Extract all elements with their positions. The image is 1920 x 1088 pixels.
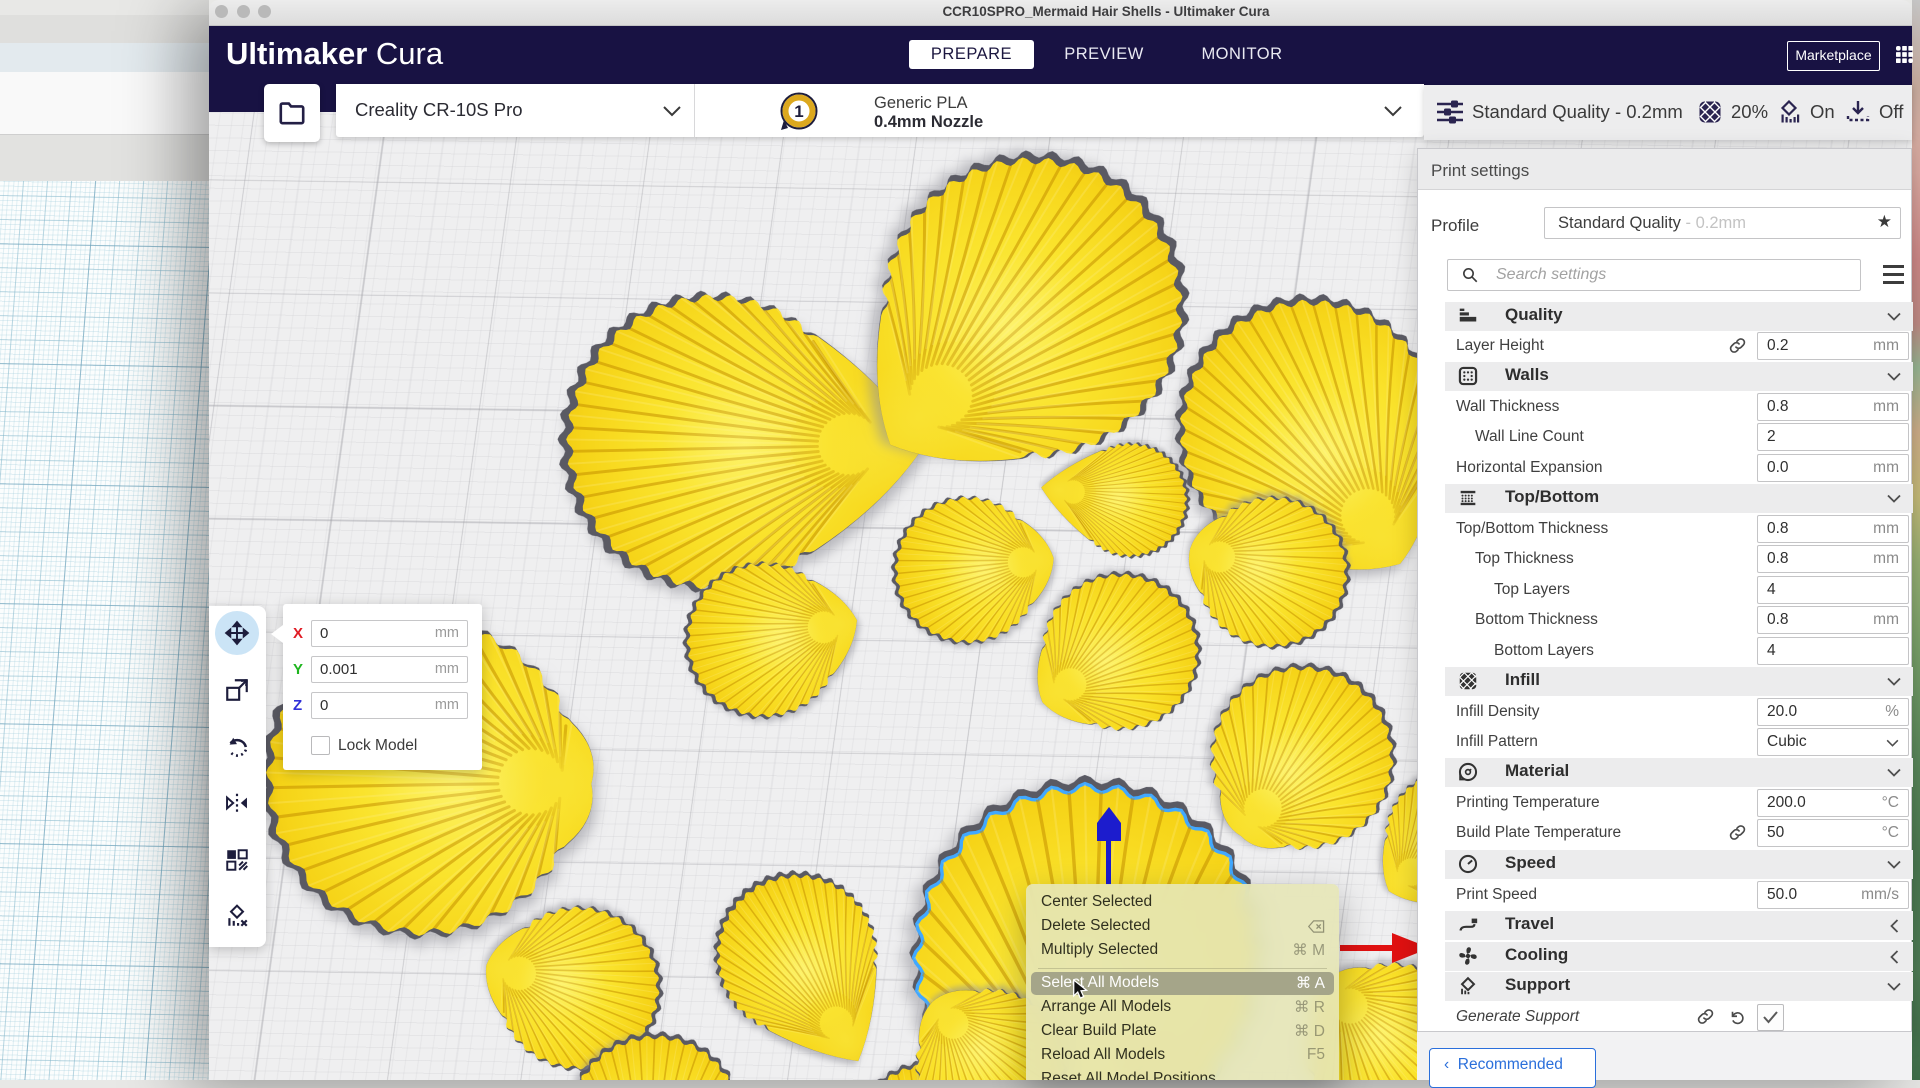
svg-text:1: 1 (794, 102, 803, 121)
